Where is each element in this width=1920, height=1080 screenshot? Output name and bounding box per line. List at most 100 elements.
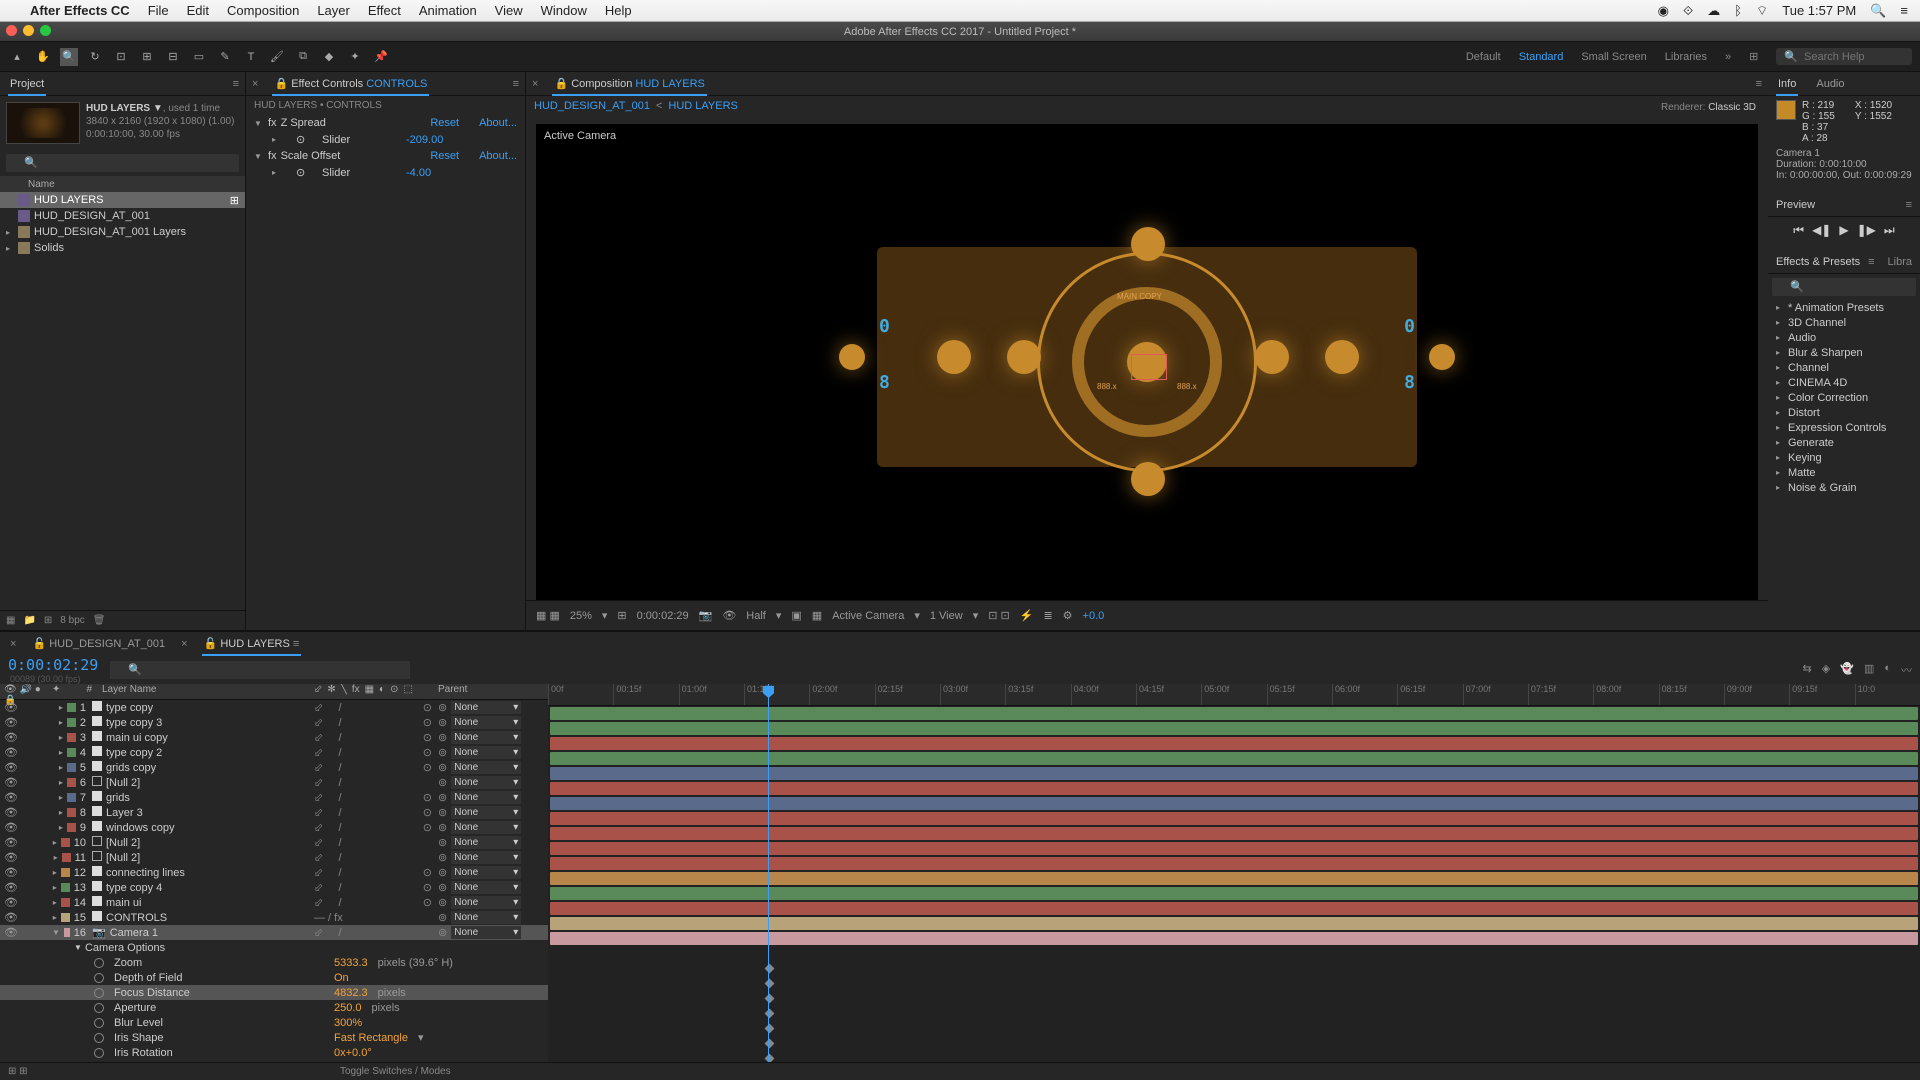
lock-icon[interactable]: 🔒 bbox=[554, 78, 568, 90]
timeline-layer-row[interactable]: 👁 ▸12 connecting lines ⬃ /⊙ ⊚None ▾ bbox=[0, 865, 548, 880]
preview-time[interactable]: 0:00:02:29 bbox=[637, 610, 689, 622]
layer-bar[interactable] bbox=[548, 736, 1920, 751]
fast-previews-icon[interactable]: ⚡ bbox=[1020, 609, 1034, 622]
visibility-toggle-icon[interactable]: 👁 bbox=[4, 866, 18, 879]
stopwatch-icon[interactable] bbox=[94, 958, 104, 968]
stopwatch-icon[interactable] bbox=[94, 1018, 104, 1028]
spotlight-icon[interactable]: 🔍 bbox=[1870, 3, 1886, 19]
comp-flowchart-icon[interactable]: ⚙ bbox=[1063, 609, 1073, 622]
app-name[interactable]: After Effects CC bbox=[30, 3, 130, 18]
layer-bar[interactable] bbox=[548, 796, 1920, 811]
menu-edit[interactable]: Edit bbox=[187, 3, 209, 18]
hand-tool-icon[interactable]: ✋ bbox=[34, 48, 52, 66]
snapshot-icon[interactable]: 📷 bbox=[699, 609, 713, 622]
effects-preset-category[interactable]: ▸* Animation Presets bbox=[1768, 300, 1920, 315]
visibility-toggle-icon[interactable]: 👁 bbox=[4, 731, 18, 744]
layer-bar[interactable] bbox=[548, 766, 1920, 781]
clone-tool-icon[interactable]: ⧉ bbox=[294, 48, 312, 66]
column-parent[interactable]: Parent bbox=[438, 684, 548, 699]
visibility-toggle-icon[interactable]: 👁 bbox=[4, 791, 18, 804]
stopwatch-icon[interactable] bbox=[94, 988, 104, 998]
pickwhip-icon[interactable]: ⊚ bbox=[438, 851, 447, 864]
label-color-swatch[interactable] bbox=[61, 898, 70, 907]
transparency-grid-icon[interactable]: ▦ bbox=[812, 609, 822, 622]
prev-frame-button[interactable]: ◀❚ bbox=[1812, 223, 1831, 238]
effects-preset-category[interactable]: ▸Blur & Sharpen bbox=[1768, 345, 1920, 360]
timeline-layer-row[interactable]: 👁 ▸13 type copy 4 ⬃ /⊙ ⊚None ▾ bbox=[0, 880, 548, 895]
camera-property-row[interactable]: Aperture 250.0 pixels bbox=[0, 1000, 548, 1015]
keyframe-icon[interactable] bbox=[765, 1024, 775, 1034]
label-color-swatch[interactable] bbox=[67, 703, 76, 712]
project-bpc[interactable]: 8 bpc bbox=[60, 615, 84, 626]
slider-value[interactable]: -209.00 bbox=[406, 134, 443, 146]
playhead[interactable] bbox=[768, 684, 769, 1062]
visibility-toggle-icon[interactable]: 👁 bbox=[4, 761, 18, 774]
comp-mini-flowchart-icon[interactable]: ⇆ bbox=[1803, 662, 1812, 678]
property-value[interactable]: 0x+0.0° bbox=[334, 1047, 372, 1059]
pickwhip-icon[interactable]: ⊚ bbox=[438, 701, 447, 714]
frame-blend-icon[interactable]: ▥ bbox=[1864, 662, 1874, 678]
property-value[interactable]: On bbox=[334, 972, 349, 984]
pixel-aspect-icon[interactable]: ⊡ ⊡ bbox=[988, 609, 1010, 622]
camera-property-row[interactable]: Iris Rotation 0x+0.0° bbox=[0, 1045, 548, 1060]
workspace-overflow-icon[interactable]: » bbox=[1725, 51, 1731, 63]
new-folder-icon[interactable]: 📁 bbox=[23, 615, 35, 626]
eraser-tool-icon[interactable]: ◆ bbox=[320, 48, 338, 66]
pickwhip-icon[interactable]: ⊚ bbox=[438, 746, 447, 759]
menu-animation[interactable]: Animation bbox=[419, 3, 477, 18]
project-item[interactable]: ▸HUD_DESIGN_AT_001 Layers bbox=[0, 224, 245, 240]
layer-bar[interactable] bbox=[548, 931, 1920, 946]
pickwhip-icon[interactable]: ⊚ bbox=[438, 866, 447, 879]
preview-tab[interactable]: Preview bbox=[1776, 199, 1815, 211]
effect-property[interactable]: ▸⊙Slider-209.00 bbox=[246, 131, 525, 148]
layer-name[interactable]: type copy 4 bbox=[106, 882, 162, 894]
camera-options-label[interactable]: Camera Options bbox=[85, 942, 165, 954]
toggle-switches-modes[interactable]: Toggle Switches / Modes bbox=[340, 1066, 451, 1077]
effect-controls-tab[interactable]: 🔒 Effect Controls CONTROLS bbox=[264, 72, 437, 96]
roto-tool-icon[interactable]: ✦ bbox=[346, 48, 364, 66]
timeline-layer-row[interactable]: 👁 ▸3 main ui copy ⬃ /⊙ ⊚None ▾ bbox=[0, 730, 548, 745]
timeline-layer-row[interactable]: 👁 ▸15 CONTROLS — / fx ⊚None ▾ bbox=[0, 910, 548, 925]
keyframe-icon[interactable] bbox=[765, 1054, 775, 1062]
property-value[interactable]: 250.0 bbox=[334, 1002, 362, 1014]
comp-path-link[interactable]: HUD_DESIGN_AT_001 bbox=[534, 100, 650, 112]
reset-link[interactable]: Reset bbox=[430, 117, 459, 129]
wifi-icon[interactable]: ⌔ bbox=[1756, 3, 1768, 19]
magnification-dropdown[interactable]: 25% bbox=[570, 610, 592, 622]
label-color-swatch[interactable] bbox=[61, 868, 70, 877]
keyframe-lane[interactable] bbox=[548, 976, 1920, 991]
pickwhip-icon[interactable]: ⊚ bbox=[438, 911, 447, 924]
effects-preset-category[interactable]: ▸Noise & Grain bbox=[1768, 480, 1920, 495]
libraries-tab[interactable]: Libra bbox=[1888, 256, 1912, 268]
keyframe-lane[interactable] bbox=[548, 961, 1920, 976]
workspace-libraries[interactable]: Libraries bbox=[1665, 51, 1707, 63]
3d-view-dropdown[interactable]: Active Camera bbox=[832, 610, 904, 622]
parent-dropdown[interactable]: None ▾ bbox=[451, 836, 521, 849]
orbit-tool-icon[interactable]: ↻ bbox=[86, 48, 104, 66]
effects-presets-tree[interactable]: ▸* Animation Presets▸3D Channel▸Audio▸Bl… bbox=[1768, 300, 1920, 495]
label-color-swatch[interactable] bbox=[62, 853, 71, 862]
layer-bar[interactable] bbox=[548, 706, 1920, 721]
layer-name[interactable]: [Null 2] bbox=[106, 852, 140, 864]
timeline-layer-row[interactable]: 👁 ▸9 windows copy ⬃ /⊙ ⊚None ▾ bbox=[0, 820, 548, 835]
timeline-search-input[interactable] bbox=[110, 661, 410, 679]
layer-bar[interactable] bbox=[548, 871, 1920, 886]
draft-3d-icon[interactable]: ◈ bbox=[1822, 662, 1830, 678]
workspace-standard[interactable]: Standard bbox=[1519, 51, 1564, 63]
effects-preset-category[interactable]: ▸3D Channel bbox=[1768, 315, 1920, 330]
keyframe-icon[interactable] bbox=[765, 994, 775, 1004]
label-color-swatch[interactable] bbox=[67, 763, 76, 772]
parent-dropdown[interactable]: None ▾ bbox=[451, 881, 521, 894]
parent-dropdown[interactable]: None ▾ bbox=[451, 716, 521, 729]
zoom-window-button[interactable] bbox=[40, 25, 51, 36]
menu-effect[interactable]: Effect bbox=[368, 3, 401, 18]
visibility-toggle-icon[interactable]: 👁 bbox=[4, 851, 18, 864]
effects-preset-category[interactable]: ▸Keying bbox=[1768, 450, 1920, 465]
layer-name[interactable]: Camera 1 bbox=[110, 927, 158, 939]
layer-bar[interactable] bbox=[548, 886, 1920, 901]
close-panel-icon[interactable]: × bbox=[246, 78, 264, 90]
effects-preset-category[interactable]: ▸Generate bbox=[1768, 435, 1920, 450]
hide-shy-icon[interactable]: 👻 bbox=[1840, 662, 1854, 678]
play-button[interactable]: ▶ bbox=[1839, 223, 1848, 238]
project-item[interactable]: HUD LAYERS⊞ bbox=[0, 192, 245, 208]
